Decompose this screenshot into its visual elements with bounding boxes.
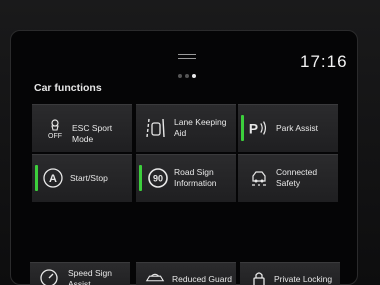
page-indicator (178, 74, 196, 78)
reduced-guard-icon (144, 267, 166, 285)
tile-esc-sport-mode[interactable]: OFF ESC Sport Mode (32, 104, 132, 152)
tile-start-stop[interactable]: A Start/Stop (32, 154, 132, 202)
tile-label: Start/Stop (70, 173, 108, 183)
park-assist-icon: P (248, 117, 270, 139)
tile-label: Road Sign Information (174, 167, 217, 188)
svg-text:A: A (49, 173, 57, 185)
tile-road-sign-information[interactable]: 90 Road Sign Information (136, 154, 236, 202)
esc-off-icon: OFF (44, 117, 66, 139)
status-indicator (139, 165, 142, 191)
lane-keeping-icon (144, 117, 166, 139)
private-locking-icon (248, 267, 270, 285)
tile-connected-safety[interactable]: Connected Safety (238, 154, 338, 202)
tile-label: ESC Sport Mode (72, 123, 113, 144)
tile-speed-sign-assist[interactable]: Speed Sign Assist (30, 262, 130, 285)
speed-sign-icon (38, 267, 60, 285)
connected-safety-icon (248, 167, 270, 189)
page-title: Car functions (34, 82, 102, 94)
drag-handle[interactable] (178, 54, 196, 59)
tile-private-locking[interactable]: Private Locking (240, 262, 340, 285)
svg-text:OFF: OFF (48, 133, 62, 139)
svg-text:90: 90 (153, 174, 163, 184)
tile-label: Lane Keeping Aid (174, 117, 227, 138)
clock: 17:16 (300, 52, 348, 71)
tile-label: Connected Safety (276, 167, 318, 188)
tile-reduced-guard[interactable]: Reduced Guard (136, 262, 236, 285)
tile-label: Park Assist (276, 123, 319, 133)
page-dot (178, 74, 182, 78)
page-dot (185, 74, 189, 78)
start-stop-icon: A (42, 167, 64, 189)
tile-lane-keeping-aid[interactable]: Lane Keeping Aid (136, 104, 236, 152)
tile-label: Reduced Guard (172, 274, 233, 284)
status-indicator (241, 115, 244, 141)
tile-label: Speed Sign Assist (68, 268, 112, 285)
tile-park-assist[interactable]: P Park Assist (238, 104, 338, 152)
status-indicator (35, 165, 38, 191)
tile-label: Private Locking (274, 274, 333, 284)
svg-text:P: P (249, 122, 258, 137)
road-sign-icon: 90 (147, 167, 169, 189)
page-dot-active (192, 74, 196, 78)
